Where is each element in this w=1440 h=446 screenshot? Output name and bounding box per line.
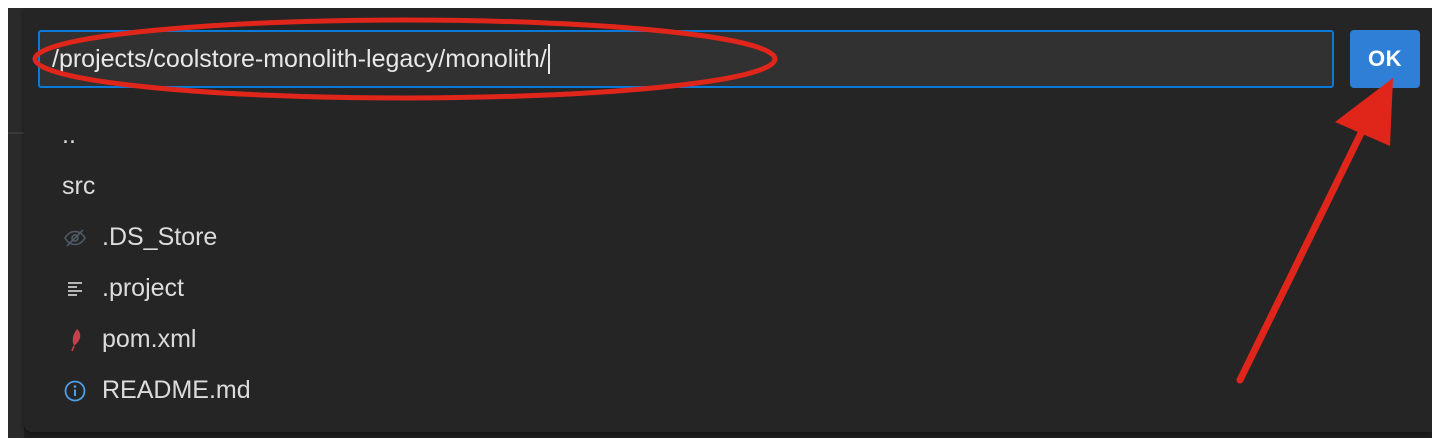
- file-list: .. src .DS_Store .project pom.xml README…: [24, 110, 1432, 416]
- folder-picker-dialog: /projects/coolstore-monolith-legacy/mono…: [24, 8, 1432, 432]
- list-item-readme[interactable]: README.md: [24, 365, 1432, 416]
- list-item-label: README.md: [102, 376, 251, 404]
- editor-background-strip: [8, 8, 24, 438]
- list-item-label: pom.xml: [102, 325, 197, 353]
- editor-divider: [8, 132, 24, 134]
- list-item-src[interactable]: src: [24, 161, 1432, 212]
- list-item-label: .DS_Store: [102, 223, 218, 251]
- eye-slash-icon: [62, 225, 88, 251]
- text-lines-icon: [62, 276, 88, 302]
- feather-icon: [62, 327, 88, 353]
- text-caret: [547, 44, 550, 74]
- list-item-label: ..: [62, 121, 76, 149]
- info-icon: [62, 378, 88, 404]
- list-item-label: src: [62, 172, 96, 200]
- path-input-value: /projects/coolstore-monolith-legacy/mono…: [52, 44, 547, 73]
- ok-button[interactable]: OK: [1350, 30, 1420, 88]
- list-item-ds-store[interactable]: .DS_Store: [24, 212, 1432, 263]
- dialog-frame: /projects/coolstore-monolith-legacy/mono…: [8, 8, 1432, 438]
- list-item-parent[interactable]: ..: [24, 110, 1432, 161]
- list-item-pom[interactable]: pom.xml: [24, 314, 1432, 365]
- path-input[interactable]: /projects/coolstore-monolith-legacy/mono…: [38, 30, 1334, 88]
- list-item-label: .project: [102, 274, 184, 302]
- list-item-project[interactable]: .project: [24, 263, 1432, 314]
